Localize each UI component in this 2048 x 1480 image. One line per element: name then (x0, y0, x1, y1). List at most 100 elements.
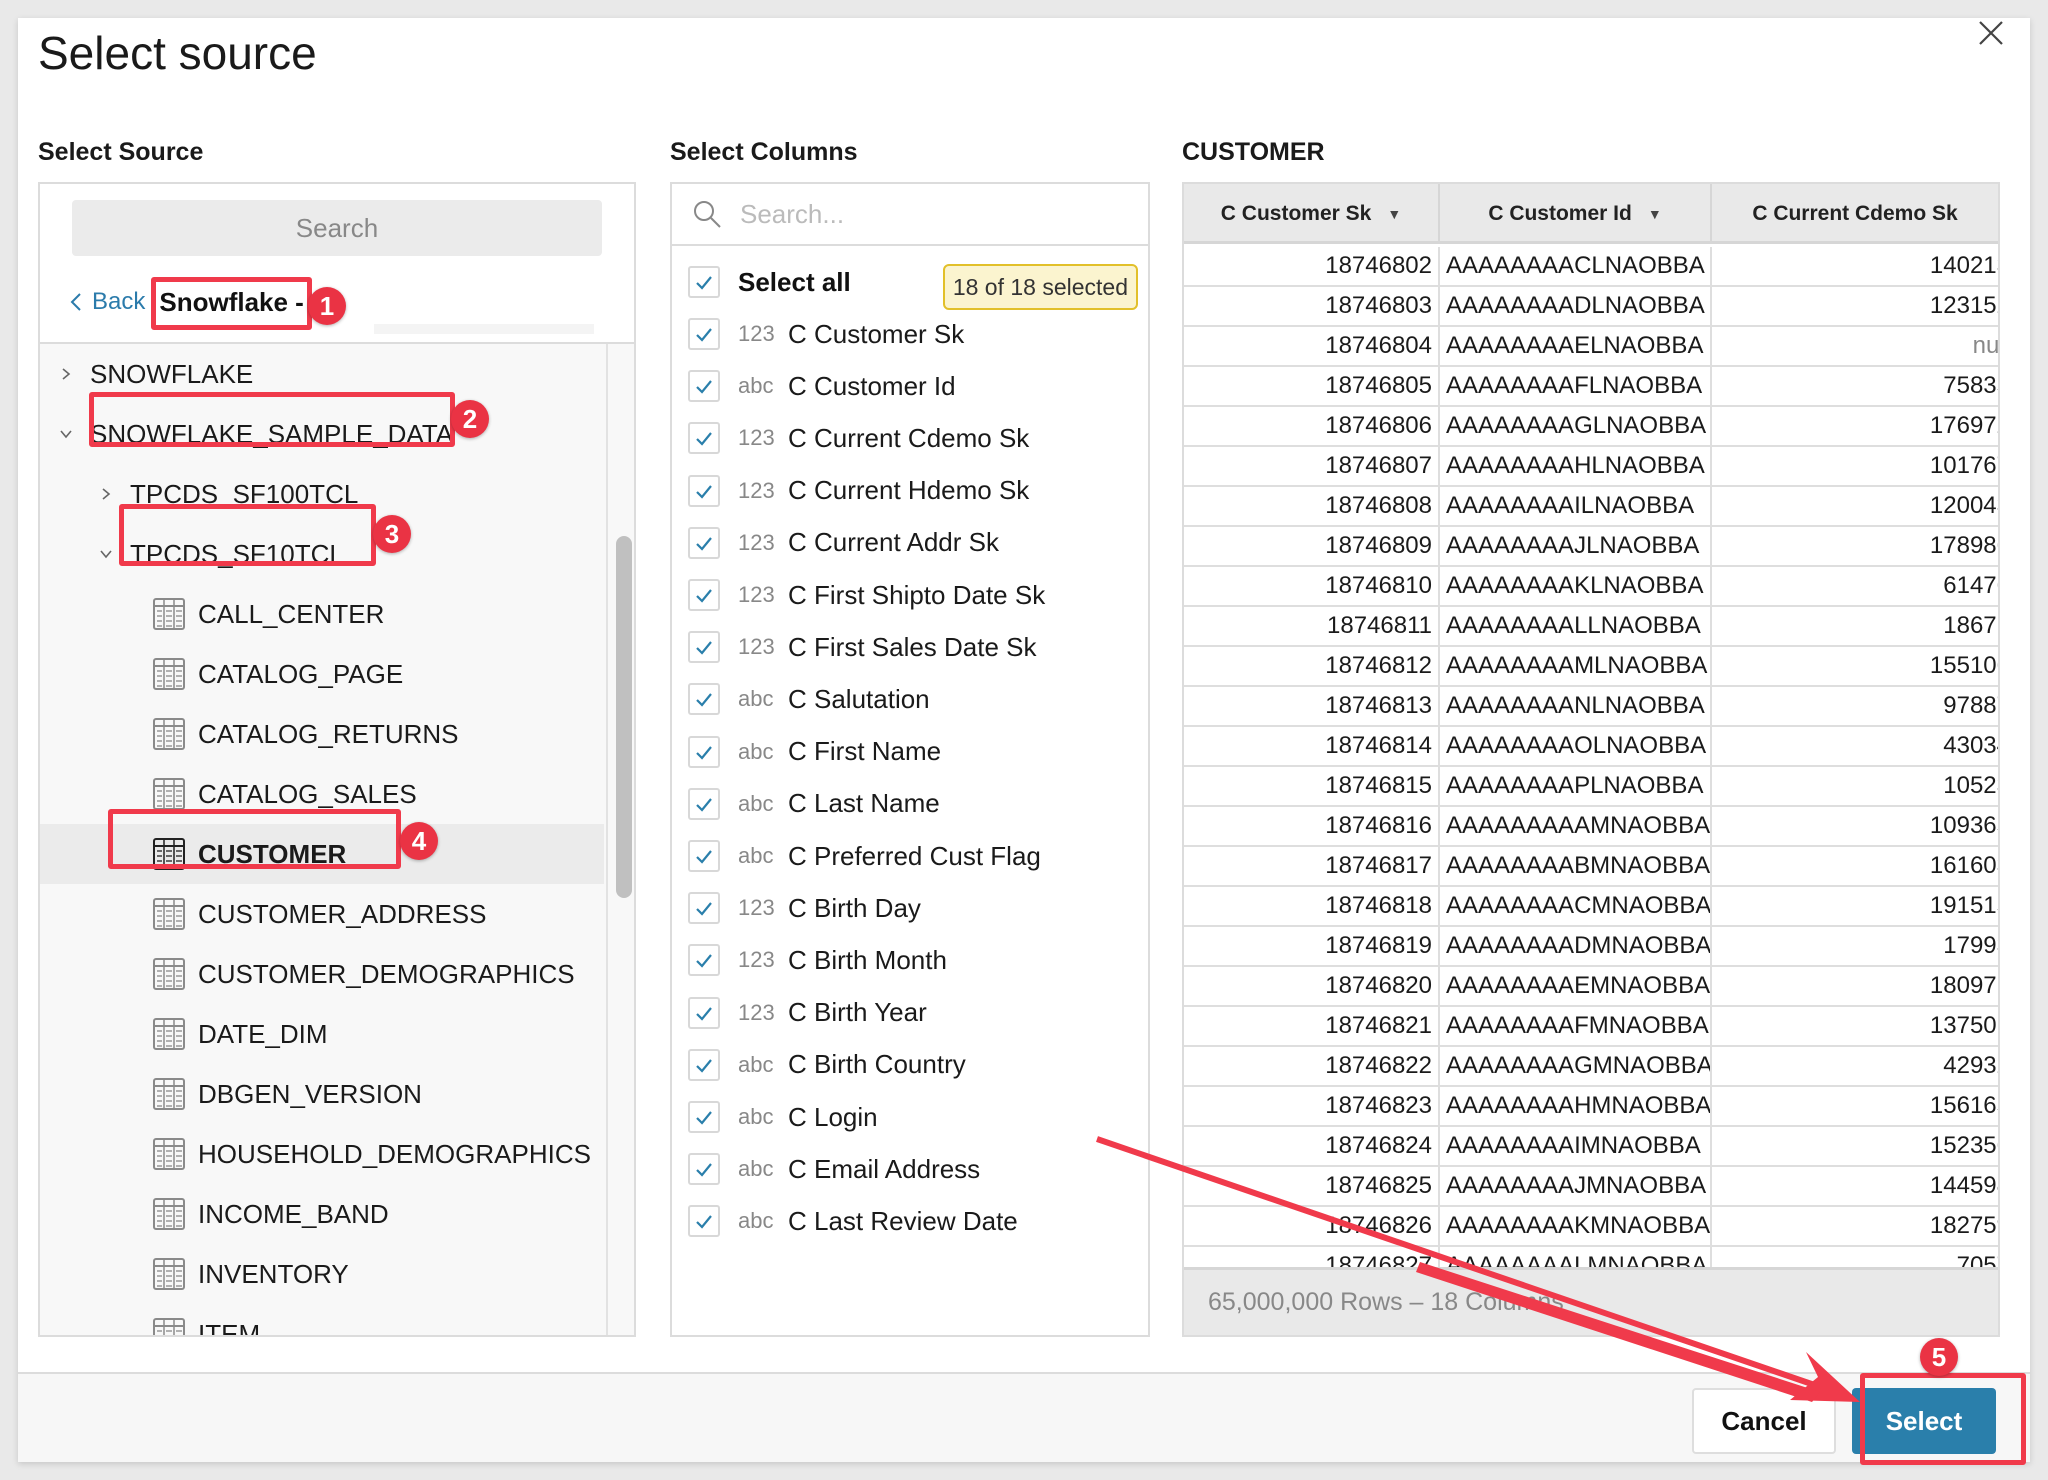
tree-item-inventory[interactable]: INVENTORY (40, 1244, 604, 1304)
tree-item-snowflake[interactable]: SNOWFLAKE (40, 344, 604, 404)
select-all-row[interactable]: Select all 18 of 18 selected (688, 256, 1138, 310)
chevron-right-icon[interactable] (98, 486, 114, 502)
column-checkbox[interactable] (688, 735, 720, 768)
table-row: 18746826 AAAAAAAAKMNAOBBA 182759 (1184, 1207, 1998, 1247)
table-cell: 18746812 (1184, 647, 1440, 685)
tree-item-catalog-returns[interactable]: CATALOG_RETURNS (40, 704, 604, 764)
column-header[interactable]: C Customer Sk ▼ (1184, 184, 1440, 244)
column-checkbox[interactable] (688, 370, 720, 403)
column-item[interactable]: 123 C First Sales Date Sk (688, 621, 1138, 673)
tree-item-call-center[interactable]: CALL_CENTER (40, 584, 604, 644)
column-header[interactable]: C Customer Id ▼ (1440, 184, 1712, 244)
table-cell: 152356 (1712, 1127, 1998, 1165)
tree-item-date-dim[interactable]: DATE_DIM (40, 1004, 604, 1064)
column-item[interactable]: abc C First Name (688, 726, 1138, 778)
column-item[interactable]: abc C Email Address (688, 1143, 1138, 1195)
column-item[interactable]: 123 C Customer Sk (688, 308, 1138, 360)
column-type-label: abc (738, 738, 774, 764)
tree-item-dbgen-version[interactable]: DBGEN_VERSION (40, 1064, 604, 1124)
tree-item-item[interactable]: ITEM (40, 1304, 604, 1335)
tree-item-catalog-page[interactable]: CATALOG_PAGE (40, 644, 604, 704)
sort-caret-icon[interactable]: ▼ (1648, 206, 1662, 222)
column-item[interactable]: 123 C Current Hdemo Sk (688, 465, 1138, 517)
column-checkbox[interactable] (688, 1048, 720, 1081)
column-item[interactable]: abc C Last Name (688, 778, 1138, 830)
chevron-right-icon[interactable] (58, 366, 74, 382)
table-cell: AAAAAAAAGMNAOBBA (1440, 1047, 1712, 1085)
check-icon (694, 689, 714, 709)
table-row: 18746813 AAAAAAAANLNAOBBA 97887 (1184, 687, 1998, 727)
tree-scrollbar-thumb[interactable] (616, 536, 632, 898)
cancel-button[interactable]: Cancel (1692, 1388, 1836, 1454)
column-checkbox[interactable] (688, 1101, 720, 1133)
tree-item-household-demographics[interactable]: HOUSEHOLD_DEMOGRAPHICS (40, 1124, 604, 1184)
column-item[interactable]: abc C Customer Id (688, 360, 1138, 412)
column-type-label: 123 (738, 321, 775, 346)
column-checkbox[interactable] (688, 422, 720, 455)
select-button[interactable]: Select (1852, 1388, 1996, 1454)
table-icon (152, 1077, 186, 1111)
column-header-label: C Current Cdemo Sk (1752, 202, 1958, 225)
column-checkbox[interactable] (688, 840, 720, 872)
column-item[interactable]: abc C Birth Country (688, 1039, 1138, 1091)
tree-item-tpcds-sf10tcl[interactable]: TPCDS_SF10TCL (40, 524, 604, 584)
tree-item-snowflake-sample-data[interactable]: SNOWFLAKE_SAMPLE_DATA (40, 404, 604, 464)
select-source-label: Select Source (38, 138, 204, 166)
column-checkbox[interactable] (688, 474, 720, 507)
column-search-input[interactable] (738, 197, 1118, 231)
column-checkbox[interactable] (688, 996, 720, 1029)
back-link[interactable]: Back (70, 288, 145, 316)
column-checkbox[interactable] (688, 526, 720, 559)
column-item[interactable]: 123 C Current Addr Sk (688, 517, 1138, 569)
chevron-down-icon[interactable] (98, 546, 114, 562)
column-checkbox[interactable] (688, 318, 720, 350)
column-item[interactable]: abc C Salutation (688, 673, 1138, 725)
column-checkbox[interactable] (688, 1153, 720, 1186)
column-item[interactable]: 123 C Birth Year (688, 987, 1138, 1039)
table-cell: AAAAAAAAAMNAOBBA (1440, 807, 1712, 845)
select-all-checkbox[interactable] (688, 266, 720, 298)
column-item[interactable]: 123 C First Shipto Date Sk (688, 569, 1138, 621)
cell-value: 10523 (1943, 772, 1998, 799)
column-checkbox[interactable] (688, 579, 720, 611)
table-row: 18746804 AAAAAAAAELNAOBBA null (1184, 327, 1998, 367)
table-cell: 61476 (1712, 567, 1998, 605)
cell-value: 176972 (1929, 412, 1998, 439)
column-checkbox[interactable] (688, 892, 720, 925)
column-checkbox[interactable] (688, 787, 720, 820)
table-row: 18746805 AAAAAAAAFLNAOBBA 75835 (1184, 367, 1998, 407)
tree-item-catalog-sales[interactable]: CATALOG_SALES (40, 764, 604, 824)
column-type-label: abc (738, 686, 774, 712)
chevron-down-icon[interactable] (58, 426, 74, 442)
column-checkbox[interactable] (688, 683, 720, 716)
tree-item-customer-demographics[interactable]: CUSTOMER_DEMOGRAPHICS (40, 944, 604, 1004)
tree-item-label: INCOME_BAND (198, 1198, 389, 1229)
column-header[interactable]: C Current Cdemo Sk (1712, 184, 1998, 244)
column-item[interactable]: 123 C Birth Month (688, 934, 1138, 986)
tree-item-tpcds-sf100tcl[interactable]: TPCDS_SF100TCL (40, 464, 604, 524)
cell-value: 123152 (1929, 292, 1998, 319)
column-checkbox[interactable] (688, 1205, 720, 1238)
column-item[interactable]: abc C Login (688, 1091, 1138, 1143)
sort-caret-icon[interactable]: ▼ (1387, 206, 1401, 222)
column-checkbox[interactable] (688, 944, 720, 977)
close-button[interactable] (1976, 18, 2006, 48)
tree-item-customer-address[interactable]: CUSTOMER_ADDRESS (40, 884, 604, 944)
search-icon (694, 201, 721, 228)
column-item[interactable]: abc C Preferred Cust Flag (688, 830, 1138, 882)
tree-scrollbar[interactable] (606, 344, 634, 1335)
table-icon (152, 1257, 186, 1291)
tree-item-customer[interactable]: CUSTOMER (40, 824, 604, 884)
source-search-input[interactable]: Search (72, 200, 602, 256)
preview-table: C Customer Sk ▼ C Customer Id ▼ C Current Cd… (1182, 182, 2000, 1337)
check-icon (694, 428, 714, 448)
column-type-label: abc (738, 1104, 774, 1129)
tree-item-income-band[interactable]: INCOME_BAND (40, 1184, 604, 1244)
column-checkbox[interactable] (688, 631, 720, 664)
table-icon (152, 1317, 186, 1335)
cell-value: 18746803 (1325, 292, 1432, 319)
cell-value: 182759 (1929, 1212, 1998, 1239)
column-item[interactable]: 123 C Current Cdemo Sk (688, 412, 1138, 464)
column-item[interactable]: 123 C Birth Day (688, 882, 1138, 934)
column-item[interactable]: abc C Last Review Date (688, 1195, 1138, 1247)
